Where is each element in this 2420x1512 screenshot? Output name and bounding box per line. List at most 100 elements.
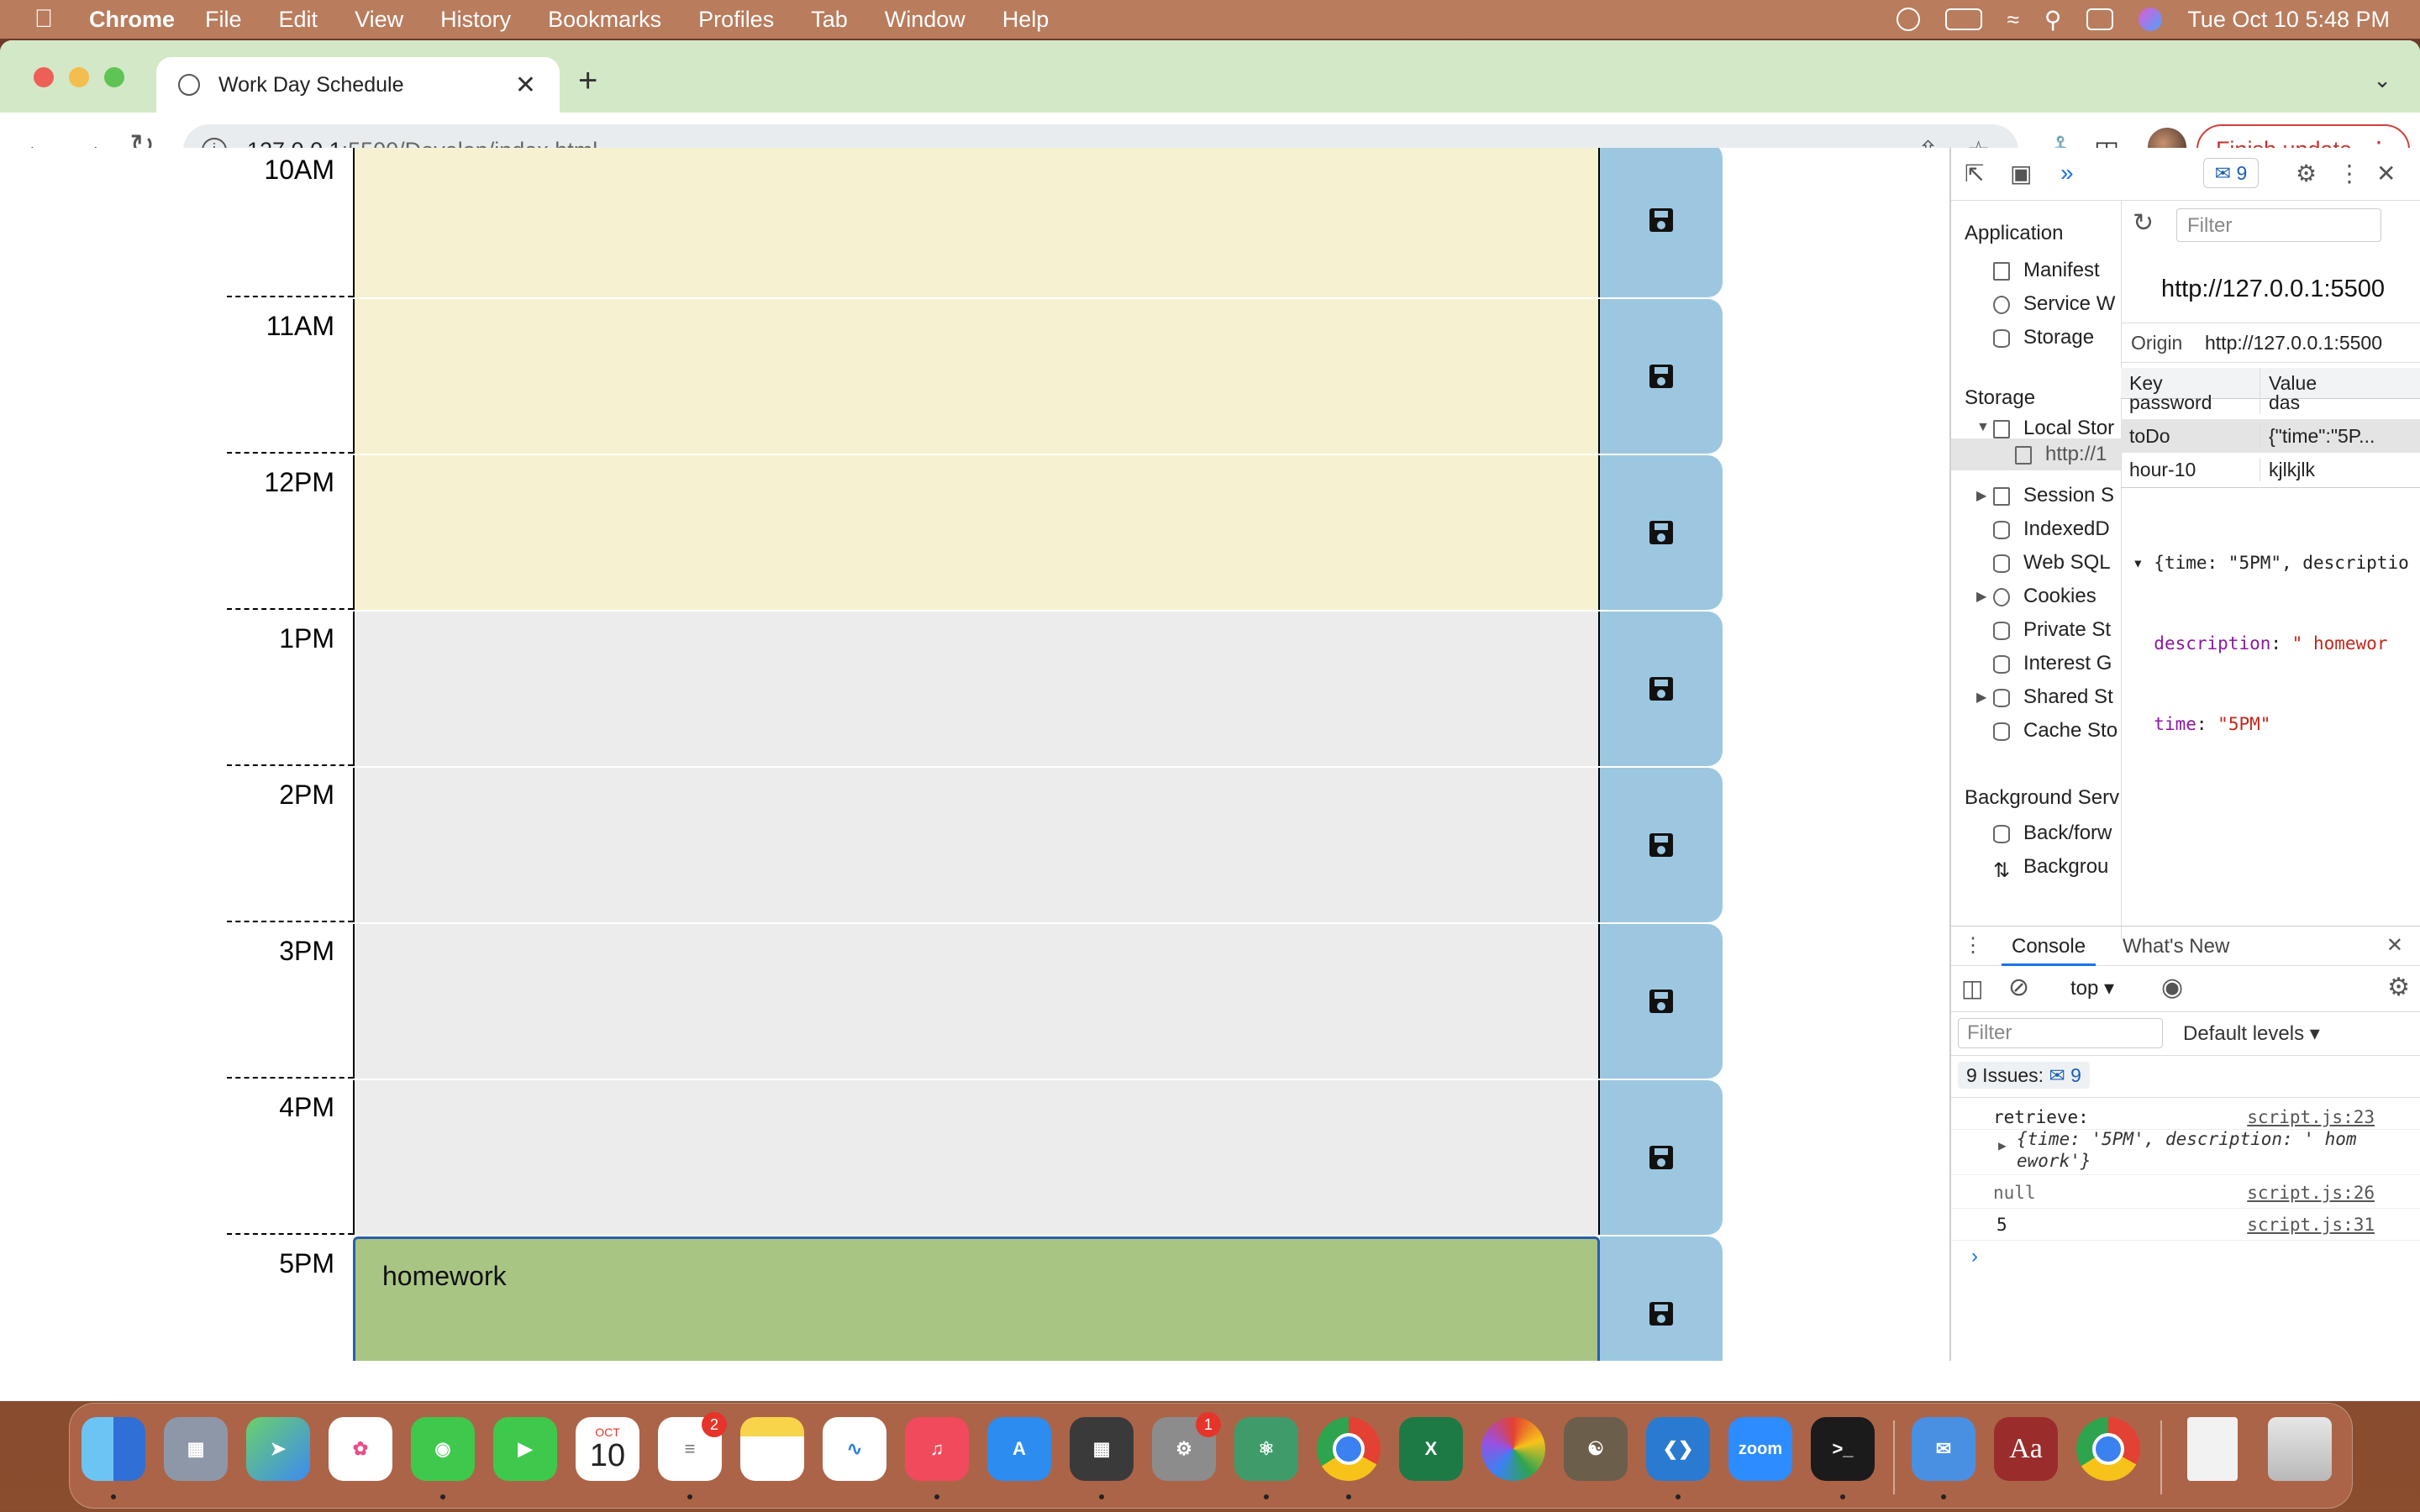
collapsed-arrow-icon[interactable]: ▶ bbox=[1976, 487, 1986, 504]
vscode-icon[interactable]: ❮❯ bbox=[1646, 1417, 1710, 1481]
menu-profiles[interactable]: Profiles bbox=[698, 7, 774, 33]
more-tabs-chevron-icon[interactable]: » bbox=[2060, 160, 2074, 186]
excel-icon[interactable]: X bbox=[1399, 1417, 1463, 1481]
table-row[interactable]: hour undefined bbox=[2121, 486, 2420, 487]
sidebar-item-local-storage-origin[interactable]: http://1 bbox=[1951, 438, 2121, 470]
console-filter-input[interactable]: Filter bbox=[1958, 1018, 2163, 1048]
drawer-menu-icon[interactable]: ⋮ bbox=[1963, 933, 1983, 958]
description-textarea[interactable] bbox=[353, 455, 1600, 610]
collapsed-arrow-icon[interactable]: ▶ bbox=[1976, 689, 1986, 706]
expand-object-icon[interactable]: ▶ bbox=[1998, 1137, 2007, 1153]
log-levels-dropdown[interactable]: Default levels ▾ bbox=[2183, 1021, 2320, 1046]
table-row[interactable]: toDo {"time":"5P... bbox=[2121, 419, 2420, 453]
zoom-icon[interactable]: zoom bbox=[1728, 1417, 1792, 1481]
issues-link[interactable]: 9 Issues: ✉ 9 bbox=[1958, 1062, 2090, 1089]
reminders-icon[interactable]: ≡ 2 bbox=[658, 1412, 727, 1481]
table-row[interactable]: password das bbox=[2121, 386, 2420, 419]
sidebar-item-shared-storage[interactable]: Shared St bbox=[1993, 685, 2119, 709]
description-textarea[interactable] bbox=[353, 148, 1600, 297]
chrome-icon[interactable] bbox=[1317, 1417, 1381, 1481]
storage-filter-input[interactable]: Filter bbox=[2176, 208, 2381, 242]
photos-icon[interactable]: ✿ bbox=[329, 1417, 392, 1481]
wifi-icon[interactable]: ≈ bbox=[2007, 7, 2019, 33]
calendar-icon[interactable]: OCT 10 bbox=[576, 1417, 639, 1481]
sidebar-item-service-workers[interactable]: Service W bbox=[1993, 292, 2119, 316]
description-textarea[interactable] bbox=[353, 768, 1600, 922]
music-icon[interactable]: ♫ bbox=[905, 1417, 969, 1481]
close-drawer-icon[interactable]: ✕ bbox=[2386, 933, 2403, 958]
collapsed-arrow-icon[interactable]: ▶ bbox=[1976, 588, 1986, 605]
menu-tab[interactable]: Tab bbox=[811, 7, 848, 33]
menu-file[interactable]: File bbox=[205, 7, 242, 33]
menu-help[interactable]: Help bbox=[1002, 7, 1050, 33]
console-settings-icon[interactable]: ⚙ bbox=[2387, 973, 2410, 1002]
app-store-icon[interactable]: A bbox=[987, 1417, 1051, 1481]
description-textarea[interactable] bbox=[353, 612, 1600, 766]
freeform-icon[interactable]: ∿ bbox=[823, 1417, 886, 1481]
close-window-button[interactable] bbox=[34, 67, 54, 87]
description-textarea[interactable] bbox=[353, 299, 1600, 454]
expand-arrow-icon[interactable]: ▼ bbox=[1976, 420, 1990, 435]
facetime-icon[interactable]: ▶ bbox=[493, 1417, 557, 1481]
context-selector[interactable]: top ▾ bbox=[2070, 976, 2114, 1000]
sidebar-item-session-storage[interactable]: Session S bbox=[1993, 484, 2119, 507]
mail-icon[interactable]: ✉ bbox=[1912, 1417, 1975, 1481]
battery-icon[interactable] bbox=[1944, 8, 1982, 30]
description-textarea[interactable]: homework bbox=[353, 1236, 1600, 1361]
app-menu-chrome[interactable]: Chrome bbox=[89, 7, 175, 33]
save-button[interactable] bbox=[1600, 924, 1723, 1079]
description-textarea[interactable] bbox=[353, 1080, 1600, 1235]
media-play-icon[interactable] bbox=[1896, 8, 1920, 31]
log-source-link[interactable]: script.js:26 bbox=[2247, 1183, 2375, 1203]
launchpad-icon[interactable]: ▦ bbox=[164, 1417, 228, 1481]
tab-whats-new[interactable]: What's New bbox=[2123, 935, 2229, 958]
save-button[interactable] bbox=[1600, 148, 1723, 297]
trash-icon[interactable] bbox=[2268, 1417, 2332, 1481]
calculator-icon[interactable]: ▦ bbox=[1070, 1417, 1134, 1481]
console-prompt[interactable]: › bbox=[1971, 1245, 1978, 1268]
save-button[interactable] bbox=[1600, 455, 1723, 610]
save-button[interactable] bbox=[1600, 1080, 1723, 1235]
downloads-stack-icon[interactable] bbox=[2187, 1417, 2238, 1481]
save-button[interactable] bbox=[1600, 612, 1723, 766]
messages-icon[interactable]: ◉ bbox=[411, 1417, 475, 1481]
log-source-link[interactable]: script.js:31 bbox=[2247, 1215, 2375, 1235]
menu-window[interactable]: Window bbox=[885, 7, 965, 33]
sidebar-item-cache-storage[interactable]: Cache Sto bbox=[1993, 719, 2119, 743]
sidebar-item-back-forward-cache[interactable]: Back/forw bbox=[1993, 822, 2119, 845]
clear-console-icon[interactable]: ⊘ bbox=[2008, 973, 2029, 1002]
tab-work-day-schedule[interactable]: Work Day Schedule ✕ bbox=[156, 57, 560, 113]
save-button[interactable] bbox=[1600, 768, 1723, 922]
new-tab-button[interactable]: + bbox=[578, 62, 597, 100]
menu-edit[interactable]: Edit bbox=[279, 7, 318, 33]
zoom-window-button[interactable] bbox=[104, 67, 124, 87]
save-button[interactable] bbox=[1600, 1236, 1723, 1361]
close-devtools-icon[interactable]: ✕ bbox=[2376, 160, 2396, 187]
expand-arrow-icon[interactable]: ▾ bbox=[2133, 553, 2154, 573]
system-settings-icon[interactable]: ⚙ 1 bbox=[1152, 1412, 1221, 1481]
sidebar-item-interest-groups[interactable]: Interest G bbox=[1993, 652, 2119, 675]
settings-gear-icon[interactable]: ⚙ bbox=[2296, 160, 2317, 187]
control-center-icon[interactable] bbox=[2086, 8, 2114, 30]
sidebar-item-indexeddb[interactable]: IndexedD bbox=[1993, 517, 2119, 541]
devtools-menu-icon[interactable]: ⋮ bbox=[2338, 160, 2361, 187]
menu-history[interactable]: History bbox=[440, 7, 511, 33]
description-textarea[interactable] bbox=[353, 924, 1600, 1079]
refresh-icon[interactable]: ↻ bbox=[2133, 208, 2154, 238]
gimp-icon[interactable]: ☯ bbox=[1564, 1417, 1628, 1481]
table-row[interactable]: hour-10 kjlkjlk bbox=[2121, 453, 2420, 486]
device-toolbar-icon[interactable]: ▣ bbox=[2010, 160, 2032, 187]
tab-console[interactable]: Console bbox=[2002, 935, 2096, 966]
chrome-canary-icon[interactable] bbox=[2076, 1417, 2140, 1481]
menu-bookmarks[interactable]: Bookmarks bbox=[548, 7, 661, 33]
finder-icon[interactable] bbox=[82, 1417, 145, 1481]
sidebar-item-local-storage[interactable]: Local Stor bbox=[1993, 417, 2119, 440]
spotlight-search-icon[interactable]: ⚲ bbox=[2044, 6, 2062, 34]
terminal-icon[interactable]: >_ bbox=[1811, 1417, 1875, 1481]
maps-icon[interactable]: ➤ bbox=[246, 1417, 310, 1481]
apple-menu-icon[interactable]:  bbox=[20, 5, 67, 34]
sidebar-item-storage[interactable]: Storage bbox=[1993, 326, 2119, 349]
console-sidebar-icon[interactable]: ◫ bbox=[1961, 974, 1983, 1002]
sidebar-item-web-sql[interactable]: Web SQL bbox=[1993, 551, 2119, 575]
aperture-app-icon[interactable] bbox=[1481, 1417, 1545, 1481]
